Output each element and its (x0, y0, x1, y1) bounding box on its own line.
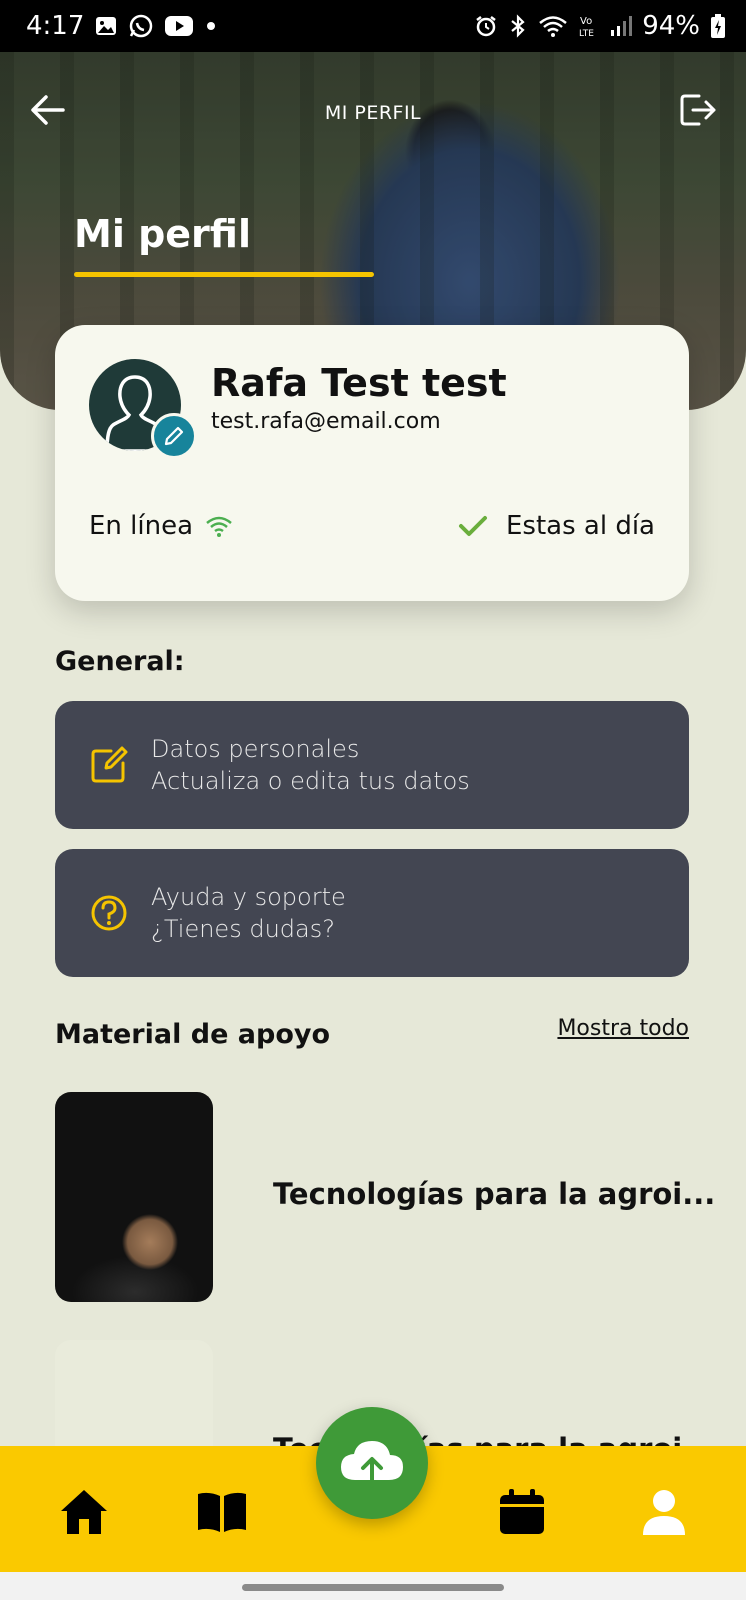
material-thumbnail (55, 1092, 213, 1302)
wifi-icon (538, 14, 568, 38)
user-email: test.rafa@email.com (211, 409, 441, 434)
menu-item-title: Ayuda y soporte (151, 883, 346, 911)
edit-avatar-button[interactable] (151, 413, 197, 459)
user-name: Rafa Test test (211, 361, 507, 405)
status-bar: 4:17 Vo LTE 94% (0, 0, 746, 52)
menu-item-subtitle: ¿Tienes dudas? (151, 915, 335, 943)
battery-level: 94% (642, 11, 700, 41)
material-title: Tecnologías para la agroi... (273, 1177, 716, 1211)
pencil-icon (164, 426, 184, 446)
status-bar-left: 4:17 (26, 11, 218, 41)
home-gesture-handle[interactable] (242, 1584, 504, 1591)
sync-status: Estas al día (458, 511, 655, 541)
home-icon (61, 1490, 107, 1534)
user-icon (643, 1490, 685, 1535)
menu-item-subtitle: Actualiza o edita tus datos (151, 767, 470, 795)
sync-label: Estas al día (506, 511, 655, 541)
dot-icon (204, 19, 218, 33)
calendar-icon (500, 1489, 544, 1534)
alarm-icon (474, 14, 498, 38)
status-time: 4:17 (26, 11, 85, 41)
nav-profile[interactable] (636, 1484, 692, 1540)
bluetooth-icon (508, 14, 528, 38)
help-support-item[interactable]: Ayuda y soporte ¿Tienes dudas? (55, 849, 689, 977)
svg-text:Vo: Vo (580, 16, 592, 27)
material-section-title: Material de apoyo (55, 1019, 331, 1050)
check-icon (459, 516, 487, 536)
logout-icon (680, 94, 716, 126)
nav-calendar[interactable] (494, 1484, 550, 1540)
cloud-upload-icon (341, 1441, 403, 1488)
signal-icon (610, 14, 633, 38)
nav-home[interactable] (56, 1484, 112, 1540)
material-item[interactable]: Tecnologías para la agroi... (55, 1092, 715, 1302)
profile-card: Rafa Test test test.rafa@email.com En lí… (55, 325, 689, 601)
battery-icon (710, 13, 726, 39)
youtube-icon (164, 15, 194, 37)
title-underline (74, 272, 374, 277)
book-icon (198, 1492, 246, 1532)
volte-icon: Vo LTE (578, 13, 600, 39)
upload-button[interactable] (316, 1407, 428, 1519)
menu-item-title: Datos personales (151, 735, 360, 763)
logout-button[interactable] (676, 88, 720, 132)
edit-icon (89, 745, 129, 785)
general-section-title: General: (55, 646, 185, 677)
show-all-link[interactable]: Mostra todo (557, 1016, 689, 1041)
image-icon (94, 14, 118, 38)
nav-title: MI PERFIL (324, 102, 422, 124)
personal-data-item[interactable]: Datos personales Actualiza o edita tus d… (55, 701, 689, 829)
online-status: En línea (89, 511, 233, 541)
svg-text:LTE: LTE (579, 29, 594, 39)
nav-library[interactable] (194, 1484, 250, 1540)
status-bar-right: Vo LTE 94% (474, 11, 726, 41)
page-title: Mi perfil (74, 212, 251, 256)
online-label: En línea (89, 511, 194, 541)
wifi-icon (206, 516, 232, 537)
help-icon (89, 893, 129, 933)
whatsapp-icon (128, 13, 154, 39)
